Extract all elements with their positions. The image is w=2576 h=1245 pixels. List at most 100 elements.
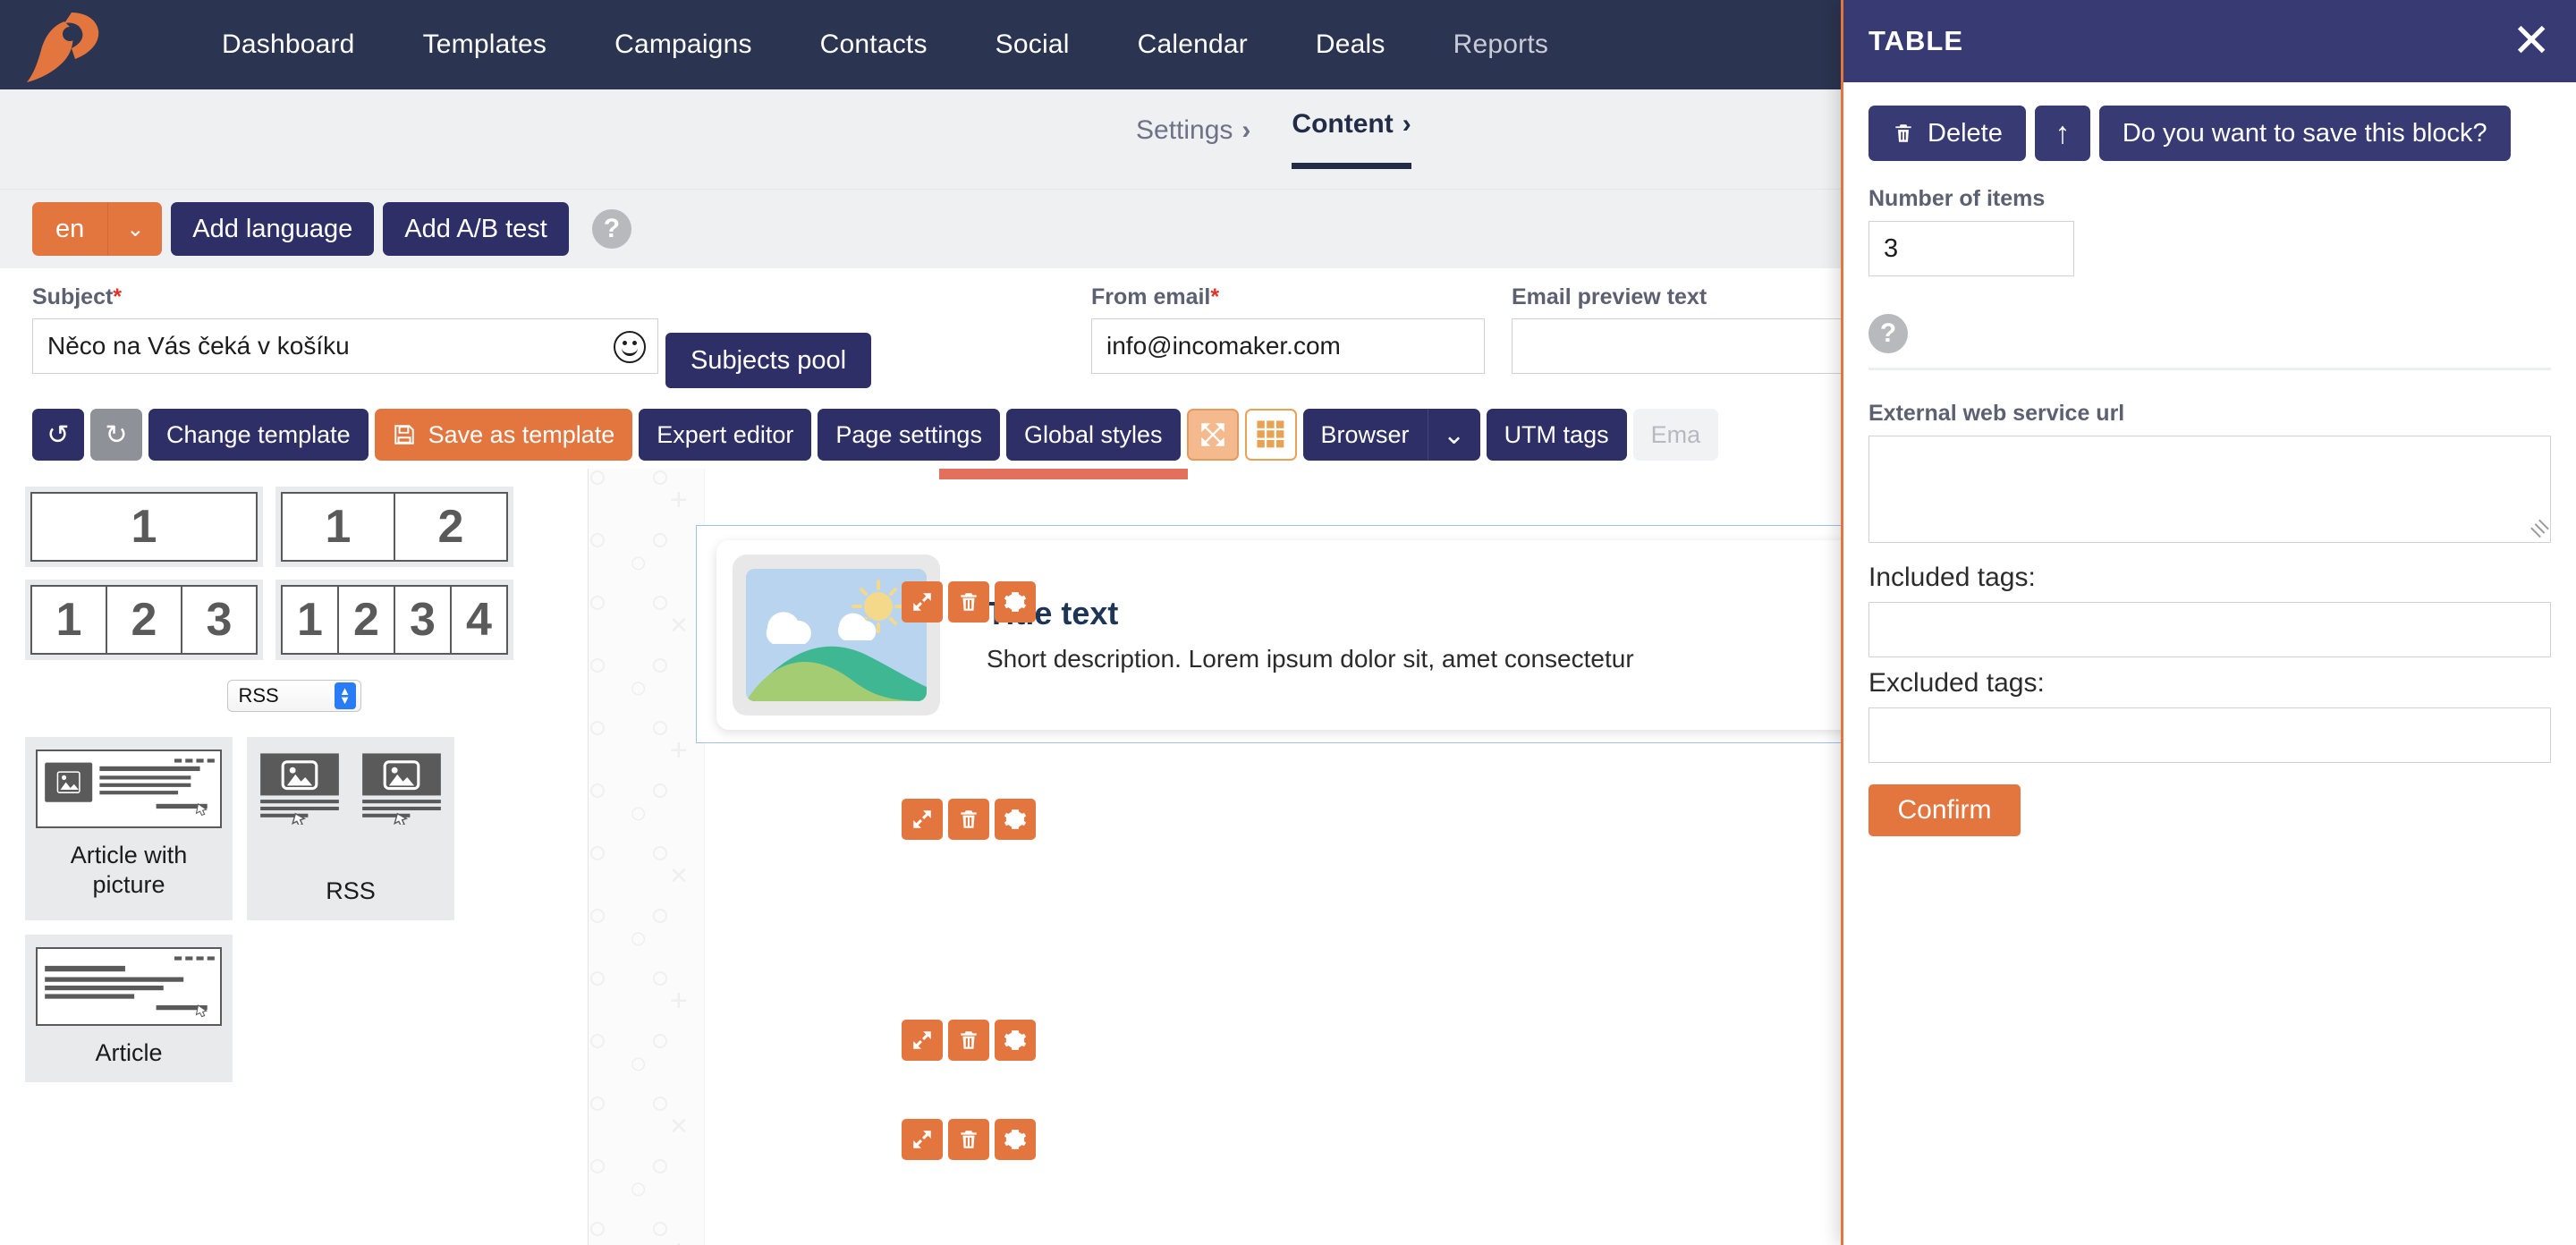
delete-button[interactable]: Delete	[1868, 106, 2026, 161]
nav-link-social[interactable]: Social	[962, 30, 1104, 60]
delete-block-button[interactable]	[948, 799, 989, 840]
change-template-button[interactable]: Change template	[148, 409, 369, 461]
help-icon[interactable]: ?	[1868, 314, 1908, 353]
external-url-textarea[interactable]: ☰	[1868, 436, 2553, 543]
delete-block-button[interactable]	[948, 581, 989, 622]
image-placeholder[interactable]	[733, 555, 940, 716]
trash-icon	[1895, 124, 1911, 142]
breadcrumb-tabs: Settings › Content ›	[1136, 109, 1411, 169]
resize-grip-icon[interactable]: ☰	[2526, 515, 2553, 542]
subjects-pool-button[interactable]: Subjects pool	[665, 333, 872, 388]
block-settings-button[interactable]	[995, 799, 1036, 840]
number-of-items-input[interactable]: 3	[1868, 221, 2074, 276]
add-ab-test-button[interactable]: Add A/B test	[383, 202, 569, 256]
selected-article-block[interactable]: Title text Short description. Lorem ipsu…	[696, 525, 1905, 743]
block-settings-button[interactable]	[995, 1119, 1036, 1160]
block-controls-4	[902, 1119, 1036, 1160]
layout-3-column[interactable]: 1 2 3	[25, 580, 263, 660]
landscape-placeholder-image	[746, 569, 927, 701]
delete-block-button[interactable]	[948, 1119, 989, 1160]
nav-link-dashboard[interactable]: Dashboard	[188, 30, 389, 60]
global-styles-button[interactable]: Global styles	[1005, 409, 1181, 461]
rss-thumb	[258, 750, 444, 828]
undo-button[interactable]: ↺	[32, 409, 84, 461]
page-settings-button[interactable]: Page settings	[818, 409, 1000, 461]
block-label: RSS	[326, 877, 376, 904]
tab-content[interactable]: Content ›	[1292, 109, 1411, 169]
block-rss[interactable]: RSS	[247, 737, 454, 920]
confirm-button[interactable]: Confirm	[1868, 784, 2021, 836]
add-language-button[interactable]: Add language	[171, 202, 375, 256]
layout-cell: 1	[131, 501, 157, 553]
blocks-sidebar: 1 1 2 1 2 3 1 2 3 4 RSS ▲ ▼ Article with…	[0, 469, 589, 1245]
utm-tags-button[interactable]: UTM tags	[1486, 409, 1627, 461]
layout-cell: 3	[181, 587, 256, 653]
tab-settings[interactable]: Settings ›	[1136, 115, 1250, 169]
from-email-input[interactable]: info@incomaker.com	[1091, 318, 1485, 374]
layout-cell: 1	[325, 501, 352, 553]
emoji-icon[interactable]	[614, 331, 646, 363]
table-panel-actions: Delete ↑ Do you want to save this block?	[1868, 106, 2551, 161]
article-thumb	[36, 946, 222, 1026]
delete-block-button[interactable]	[948, 1020, 989, 1061]
grid-view-button[interactable]	[1244, 409, 1297, 461]
layout-2-column[interactable]: 1 2	[275, 487, 513, 567]
block-type-select[interactable]: RSS ▲ ▼	[226, 680, 361, 712]
layout-cell: 2	[106, 587, 181, 653]
email-button[interactable]: Ema	[1632, 409, 1719, 461]
nav-link-calendar[interactable]: Calendar	[1104, 30, 1282, 60]
rocket-logo-icon	[27, 13, 99, 82]
chevron-down-icon[interactable]: ⌄	[108, 202, 163, 256]
trash-icon	[961, 1131, 977, 1148]
nav-link-reports[interactable]: Reports	[1419, 30, 1582, 60]
subject-input[interactable]: Něco na Vás čeká v košíku	[32, 318, 658, 374]
floppy-disk-icon	[394, 425, 414, 445]
block-article-with-picture[interactable]: Article with picture	[25, 737, 233, 920]
fullscreen-button[interactable]	[1186, 409, 1239, 461]
select-arrows-icon: ▲ ▼	[334, 682, 356, 709]
browser-dropdown-caret-icon[interactable]: ⌄	[1428, 409, 1480, 461]
gear-icon	[1004, 1030, 1027, 1050]
nav-link-campaigns[interactable]: Campaigns	[580, 30, 786, 60]
block-settings-button[interactable]	[995, 581, 1036, 622]
expert-editor-button[interactable]: Expert editor	[639, 409, 812, 461]
layout-4-column[interactable]: 1 2 3 4	[275, 580, 513, 660]
browser-split-button: Browser ⌄	[1302, 409, 1480, 461]
cart-button[interactable]: Cart	[939, 469, 1188, 479]
chevron-right-icon: ›	[1402, 109, 1411, 139]
block-controls-2	[902, 799, 1036, 840]
redo-button[interactable]: ↻	[90, 409, 142, 461]
help-icon[interactable]: ?	[591, 209, 631, 249]
browser-button[interactable]: Browser	[1302, 409, 1428, 461]
layout-1-column[interactable]: 1	[25, 487, 263, 567]
table-panel-header: TABLE ✕	[1843, 0, 2576, 82]
rocket-logo[interactable]	[0, 0, 134, 89]
move-block-button[interactable]	[902, 1020, 943, 1061]
move-block-button[interactable]	[902, 799, 943, 840]
included-tags-input[interactable]	[1868, 602, 2551, 657]
block-article[interactable]: Article	[25, 934, 233, 1082]
nav-link-contacts[interactable]: Contacts	[786, 30, 962, 60]
move-block-button[interactable]	[902, 1119, 943, 1160]
save-as-template-button[interactable]: Save as template	[374, 409, 633, 461]
excluded-tags-input[interactable]	[1868, 707, 2551, 763]
tab-settings-label: Settings	[1136, 115, 1233, 145]
layout-cell: 4	[450, 587, 506, 653]
article-card[interactable]: Title text Short description. Lorem ipsu…	[716, 540, 1888, 730]
landscape-image-icon	[746, 569, 927, 701]
article-description[interactable]: Short description. Lorem ipsum dolor sit…	[987, 643, 1634, 675]
article-title[interactable]: Title text	[987, 595, 1634, 632]
nav-link-deals[interactable]: Deals	[1282, 30, 1419, 60]
close-icon[interactable]: ✕	[2512, 18, 2551, 64]
language-selector[interactable]: en ⌄	[32, 202, 163, 256]
move-up-button[interactable]: ↑	[2034, 106, 2090, 161]
move-block-button[interactable]	[902, 581, 943, 622]
save-block-button[interactable]: Do you want to save this block?	[2098, 106, 2511, 161]
nav-link-templates[interactable]: Templates	[389, 30, 581, 60]
excluded-tags-label: Excluded tags:	[1868, 668, 2045, 698]
table-panel-body: Delete ↑ Do you want to save this block?…	[1843, 82, 2576, 836]
language-code[interactable]: en	[32, 202, 109, 256]
required-mark: *	[113, 284, 123, 309]
block-settings-button[interactable]	[995, 1020, 1036, 1061]
required-mark: *	[1210, 284, 1220, 309]
